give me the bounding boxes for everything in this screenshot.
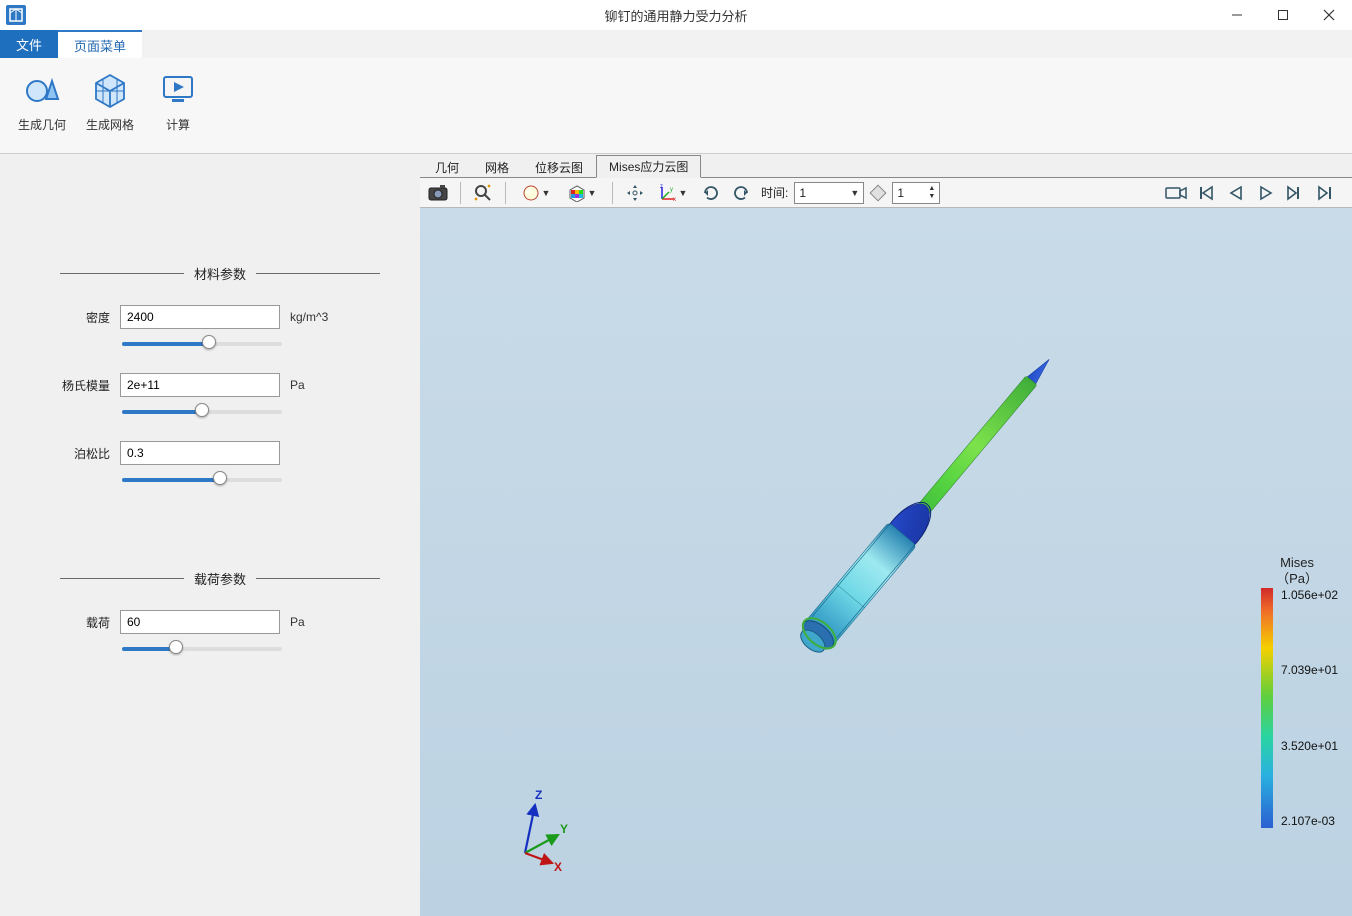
time-label: 时间: — [761, 184, 788, 201]
zoom-fit-button[interactable] — [469, 180, 497, 206]
geometry-icon — [21, 68, 63, 110]
time-combo[interactable]: 1 ▼ — [794, 182, 864, 204]
content: 材料参数 密度 kg/m^3 杨氏模量 Pa 泊松比 — [0, 154, 1352, 916]
viewer: 几何 网格 位移云图 Mises应力云图 ▼ — [420, 154, 1352, 916]
menubar: 文件 页面菜单 — [0, 30, 1352, 58]
material-section-title: 材料参数 — [184, 264, 256, 283]
maximize-button[interactable] — [1260, 0, 1306, 30]
density-input[interactable] — [120, 305, 280, 329]
legend-max: 1.056e+02 — [1281, 588, 1338, 602]
legend-colorbar — [1261, 588, 1273, 828]
density-unit: kg/m^3 — [290, 310, 328, 324]
ribbon-compute-label: 计算 — [166, 116, 190, 133]
record-button[interactable] — [1162, 180, 1190, 206]
step-spinner[interactable]: 1 ▲▼ — [892, 182, 940, 204]
rotate-cw-button[interactable] — [697, 180, 725, 206]
axis-x-label: X — [554, 860, 562, 873]
ribbon: 生成几何 生成网格 计算 — [0, 58, 1352, 154]
load-section-header: 载荷参数 — [60, 569, 380, 588]
compute-icon — [157, 68, 199, 110]
tab-geometry[interactable]: 几何 — [422, 155, 472, 178]
step-forward-button[interactable] — [1282, 180, 1310, 206]
mesh-icon — [89, 68, 131, 110]
axis-orientation-button[interactable]: yzx ▼ — [651, 180, 695, 206]
legend-title-1: Mises — [1276, 555, 1318, 571]
viewer-tabs: 几何 网格 位移云图 Mises应力云图 — [420, 154, 1352, 178]
load-unit: Pa — [290, 615, 305, 629]
legend: 1.056e+02 7.039e+01 3.520e+01 2.107e-03 — [1261, 588, 1338, 828]
svg-text:y: y — [670, 187, 673, 193]
density-row: 密度 kg/m^3 — [60, 305, 380, 329]
young-label: 杨氏模量 — [60, 377, 110, 394]
axis-triad: Z Y X — [500, 783, 590, 876]
density-label: 密度 — [60, 309, 110, 326]
rotate-ccw-button[interactable] — [727, 180, 755, 206]
ribbon-gen-geometry-label: 生成几何 — [18, 116, 66, 133]
load-row: 载荷 Pa — [60, 610, 380, 634]
menu-file-label: 文件 — [16, 35, 42, 54]
legend-mid-low: 3.520e+01 — [1281, 739, 1338, 753]
menu-file[interactable]: 文件 — [0, 30, 58, 58]
app-icon — [6, 5, 26, 25]
load-section-title: 载荷参数 — [184, 569, 256, 588]
menu-page-label: 页面菜单 — [74, 36, 126, 55]
svg-text:z: z — [660, 184, 663, 190]
ribbon-gen-mesh[interactable]: 生成网格 — [78, 64, 142, 147]
ribbon-gen-geometry[interactable]: 生成几何 — [10, 64, 74, 147]
young-unit: Pa — [290, 378, 305, 392]
stop-button[interactable] — [866, 180, 890, 206]
close-button[interactable] — [1306, 0, 1352, 30]
pan-button[interactable] — [621, 180, 649, 206]
sidebar: 材料参数 密度 kg/m^3 杨氏模量 Pa 泊松比 — [0, 154, 420, 916]
skip-first-button[interactable] — [1192, 180, 1220, 206]
load-label: 载荷 — [60, 614, 110, 631]
step-back-button[interactable] — [1222, 180, 1250, 206]
poisson-slider[interactable] — [122, 478, 282, 482]
young-row: 杨氏模量 Pa — [60, 373, 380, 397]
menu-page[interactable]: 页面菜单 — [58, 30, 142, 58]
legend-title: Mises （Pa） — [1276, 555, 1318, 586]
axis-z-label: Z — [535, 788, 542, 802]
tab-mises[interactable]: Mises应力云图 — [596, 155, 701, 178]
skip-last-button[interactable] — [1312, 180, 1340, 206]
poisson-label: 泊松比 — [60, 445, 110, 462]
titlebar: 铆钉的通用静力受力分析 — [0, 0, 1352, 30]
material-section-header: 材料参数 — [60, 264, 380, 283]
step-value: 1 — [897, 186, 928, 200]
time-combo-value: 1 — [799, 186, 850, 200]
svg-text:x: x — [673, 197, 676, 202]
render-style-button[interactable]: ▼ — [514, 180, 558, 206]
legend-min: 2.107e-03 — [1281, 814, 1338, 828]
viewer-toolbar: ▼ ▼ yzx ▼ — [420, 178, 1352, 208]
poisson-row: 泊松比 — [60, 441, 380, 465]
axis-y-label: Y — [560, 822, 568, 836]
tab-displacement[interactable]: 位移云图 — [522, 155, 596, 178]
young-input[interactable] — [120, 373, 280, 397]
ribbon-compute[interactable]: 计算 — [146, 64, 210, 147]
ribbon-gen-mesh-label: 生成网格 — [86, 116, 134, 133]
young-slider[interactable] — [122, 410, 282, 414]
snapshot-button[interactable] — [424, 180, 452, 206]
minimize-button[interactable] — [1214, 0, 1260, 30]
load-slider[interactable] — [122, 647, 282, 651]
color-scale-button[interactable]: ▼ — [560, 180, 604, 206]
legend-mid-high: 7.039e+01 — [1281, 663, 1338, 677]
load-input[interactable] — [120, 610, 280, 634]
play-button[interactable] — [1252, 180, 1280, 206]
tab-mesh[interactable]: 网格 — [472, 155, 522, 178]
density-slider[interactable] — [122, 342, 282, 346]
legend-ticks: 1.056e+02 7.039e+01 3.520e+01 2.107e-03 — [1281, 588, 1338, 828]
legend-title-2: （Pa） — [1276, 570, 1318, 586]
window-title: 铆钉的通用静力受力分析 — [0, 6, 1352, 25]
poisson-input[interactable] — [120, 441, 280, 465]
window-controls — [1214, 0, 1352, 30]
canvas-3d[interactable]: Mises （Pa） 1.056e+02 7.039e+01 3.520e+01… — [420, 208, 1352, 916]
